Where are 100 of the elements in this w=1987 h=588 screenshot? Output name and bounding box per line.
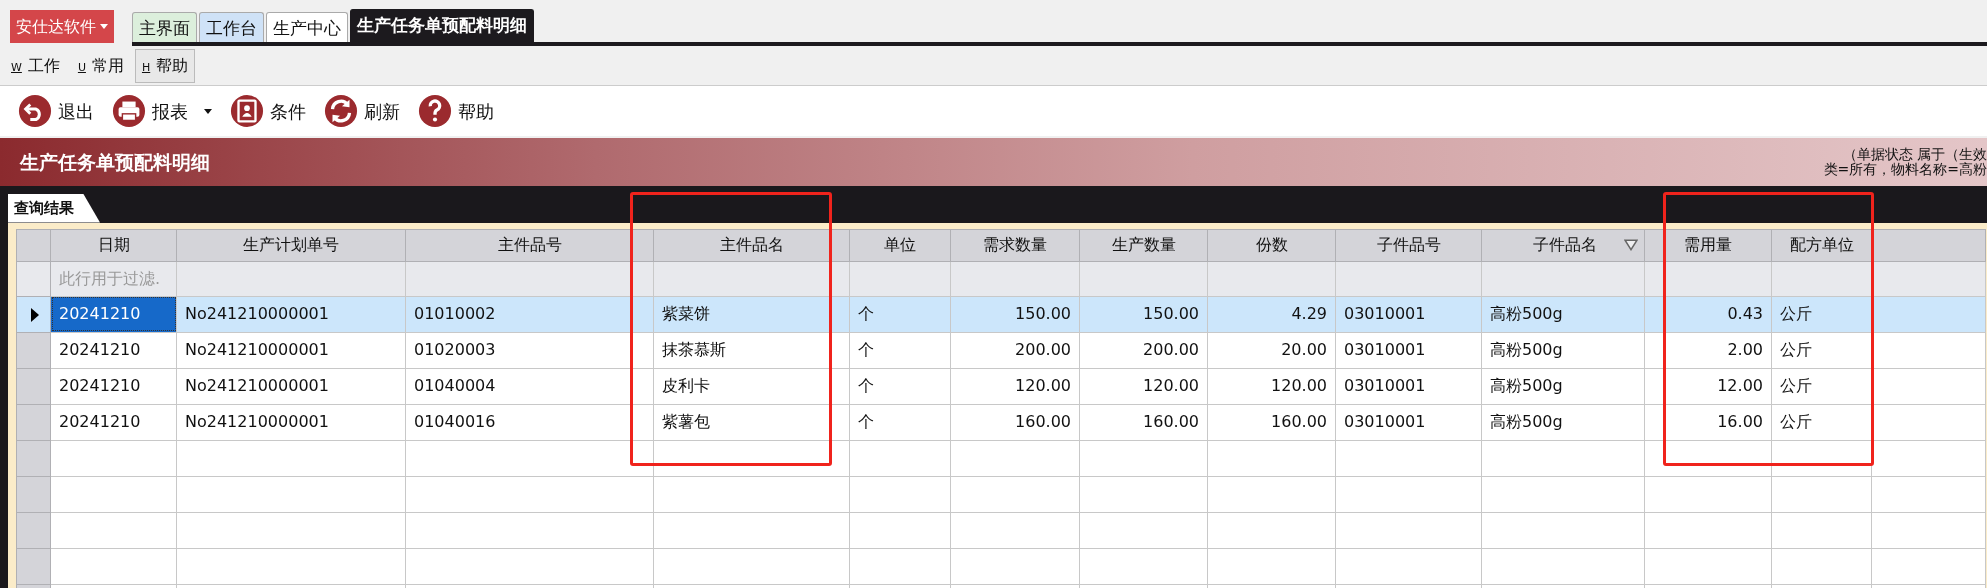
table-cell: 20241210 <box>50 296 177 332</box>
filter-cell[interactable] <box>653 261 850 296</box>
filter-cell[interactable] <box>176 261 406 296</box>
table-cell: 16.00 <box>1644 404 1772 440</box>
printer-icon <box>112 94 146 128</box>
menu-item[interactable]: U 常用 <box>70 48 131 83</box>
page-tab[interactable]: 工作台 <box>199 12 264 42</box>
table-cell: No241210000001 <box>176 296 406 332</box>
table-cell: 12.00 <box>1644 368 1772 404</box>
table-cell: 个 <box>849 368 951 404</box>
caret-icon <box>204 108 212 114</box>
table-cell: 高粉500g <box>1481 368 1645 404</box>
row-header[interactable] <box>16 296 51 332</box>
column-header[interactable]: 配方单位 <box>1771 229 1872 261</box>
toolbar-button[interactable]: 条件 <box>230 94 306 128</box>
table-cell: No241210000001 <box>176 368 406 404</box>
table-cell: 03010001 <box>1335 332 1482 368</box>
table-cell: 01040016 <box>405 404 654 440</box>
table-cell: 高粉500g <box>1481 296 1645 332</box>
table-cell: 紫菜饼 <box>653 296 850 332</box>
filter-cell[interactable] <box>1871 261 1986 296</box>
caret-icon <box>100 24 108 29</box>
contact-card-icon <box>230 94 264 128</box>
table-cell: No241210000001 <box>176 332 406 368</box>
column-header[interactable]: 日期 <box>50 229 177 261</box>
filter-cell[interactable] <box>1644 261 1772 296</box>
column-header[interactable]: 生产数量 <box>1079 229 1208 261</box>
filter-cell[interactable] <box>1207 261 1336 296</box>
filter-icon[interactable] <box>1624 239 1638 251</box>
row-header <box>16 229 51 261</box>
table-cell: 高粉500g <box>1481 404 1645 440</box>
filter-input[interactable]: 此行用于过滤. <box>59 266 168 291</box>
table-cell: 01020003 <box>405 332 654 368</box>
result-tab[interactable]: 查询结果 <box>8 194 100 223</box>
toolbar-button[interactable]: 帮助 <box>418 94 494 128</box>
table-cell: 03010001 <box>1335 404 1482 440</box>
toolbar-button[interactable]: 刷新 <box>324 94 400 128</box>
table-cell: 160.00 <box>1207 404 1336 440</box>
table-cell: 高粉500g <box>1481 332 1645 368</box>
table-cell: 160.00 <box>1079 404 1208 440</box>
app-menu-button[interactable]: 安仕达软件 <box>10 10 114 43</box>
toolbar-button[interactable]: 报表 <box>112 94 212 128</box>
table-cell: 个 <box>849 296 951 332</box>
table-cell: 0.43 <box>1644 296 1772 332</box>
filter-field[interactable]: 此行用于过滤. <box>50 261 177 296</box>
filter-cell[interactable] <box>950 261 1080 296</box>
page-tab[interactable]: 生产任务单预配料明细 <box>350 9 534 42</box>
table-cell: 皮利卡 <box>653 368 850 404</box>
column-header[interactable]: 子件品名 <box>1481 229 1645 261</box>
row-header <box>16 512 51 548</box>
table-cell: 120.00 <box>950 368 1080 404</box>
table-cell: 20241210 <box>50 404 177 440</box>
table-cell: 03010001 <box>1335 296 1482 332</box>
column-header[interactable]: 单位 <box>849 229 951 261</box>
page-title: 生产任务单预配料明细 <box>18 149 210 175</box>
filter-cell[interactable] <box>405 261 654 296</box>
table-cell: 150.00 <box>950 296 1080 332</box>
table-cell: 公斤 <box>1771 296 1872 332</box>
table-cell: 03010001 <box>1335 368 1482 404</box>
column-header[interactable]: 份数 <box>1207 229 1336 261</box>
table-cell: 2.00 <box>1644 332 1772 368</box>
help-icon <box>418 94 452 128</box>
table-cell: 200.00 <box>1079 332 1208 368</box>
filter-cell[interactable] <box>1079 261 1208 296</box>
table-cell: 120.00 <box>1079 368 1208 404</box>
toolbar-button[interactable]: 退出 <box>18 94 94 128</box>
table-cell: 20.00 <box>1207 332 1336 368</box>
row-header <box>16 440 51 476</box>
column-header[interactable]: 需用量 <box>1644 229 1772 261</box>
filter-cell[interactable] <box>1335 261 1482 296</box>
table-cell: 20241210 <box>50 368 177 404</box>
table-cell: 个 <box>849 404 951 440</box>
row-header <box>16 476 51 512</box>
page-tab[interactable]: 主界面 <box>132 12 197 42</box>
table-cell: 抹茶慕斯 <box>653 332 850 368</box>
page-tab[interactable]: 生产中心 <box>266 12 348 42</box>
table-cell: 150.00 <box>1079 296 1208 332</box>
menu-item[interactable]: W 工作 <box>4 48 67 83</box>
table-cell: 200.00 <box>950 332 1080 368</box>
table-cell: No241210000001 <box>176 404 406 440</box>
menu-item[interactable]: H 帮助 <box>134 48 196 83</box>
table-cell: 01010002 <box>405 296 654 332</box>
table-cell: 120.00 <box>1207 368 1336 404</box>
filter-cell[interactable] <box>849 261 951 296</box>
filter-cell[interactable] <box>1771 261 1872 296</box>
table-cell: 20241210 <box>50 332 177 368</box>
column-header[interactable]: 子件品号 <box>1335 229 1482 261</box>
table-cell: 01040004 <box>405 368 654 404</box>
table-cell: 紫薯包 <box>653 404 850 440</box>
table-cell: 4.29 <box>1207 296 1336 332</box>
query-criteria: （单据状态 属于（生效 类=所有，物料名称=高粉 <box>1823 147 1987 177</box>
row-header <box>16 261 51 296</box>
table-cell: 个 <box>849 332 951 368</box>
table-cell: 160.00 <box>950 404 1080 440</box>
filter-cell[interactable] <box>1481 261 1645 296</box>
column-header[interactable]: 主件品名 <box>653 229 850 261</box>
row-header <box>16 548 51 584</box>
column-header[interactable]: 主件品号 <box>405 229 654 261</box>
column-header[interactable]: 生产计划单号 <box>176 229 406 261</box>
column-header[interactable]: 需求数量 <box>950 229 1080 261</box>
